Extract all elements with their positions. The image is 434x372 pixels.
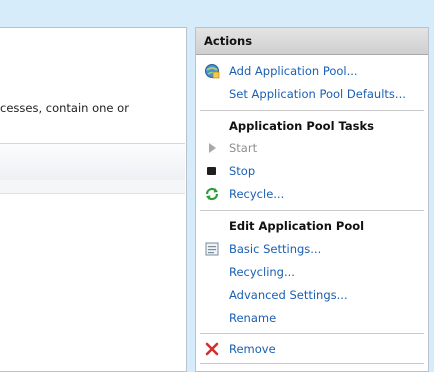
set-pool-defaults-action[interactable]: Set Application Pool Defaults... [196,83,428,105]
rename-link[interactable]: Rename [229,307,276,329]
separator [200,333,424,334]
edit-application-pool-title: Edit Application Pool [229,219,365,233]
basic-settings-link[interactable]: Basic Settings... [229,238,321,260]
advanced-settings-link[interactable]: Advanced Settings... [229,284,348,306]
stop-icon [207,167,216,175]
stop-action[interactable]: Stop [196,160,428,182]
start-icon [209,143,216,153]
recycle-icon [205,187,219,201]
set-pool-defaults-link[interactable]: Set Application Pool Defaults... [229,83,406,105]
start-link: Start [229,141,258,155]
pool-list-group-bar [0,180,185,194]
separator [200,363,424,364]
remove-icon [205,342,219,356]
separator [200,110,424,111]
add-pool-icon [205,64,220,79]
recycle-action[interactable]: Recycle... [196,183,428,205]
remove-action[interactable]: Remove [196,338,428,360]
add-application-pool-action[interactable]: Add Application Pool... [196,60,428,82]
advanced-settings-action[interactable]: Advanced Settings... [196,284,428,306]
edit-application-pool-heading: Edit Application Pool [196,215,428,237]
remove-link[interactable]: Remove [229,338,276,360]
page-description: cesses, contain one or [0,101,129,115]
application-pools-content-pane: cesses, contain one or [0,27,187,372]
application-pool-tasks-title: Application Pool Tasks [229,119,374,133]
start-action: Start [196,137,428,159]
pool-list-header [0,143,185,181]
recycling-link[interactable]: Recycling... [229,261,295,283]
actions-title: Actions [196,28,428,55]
rename-action[interactable]: Rename [196,307,428,329]
actions-pane: Actions Add Application Pool... Set Appl… [195,27,429,372]
add-application-pool-link[interactable]: Add Application Pool... [229,60,358,82]
stop-link[interactable]: Stop [229,160,255,182]
recycling-action[interactable]: Recycling... [196,261,428,283]
application-pool-tasks-heading: Application Pool Tasks [196,115,428,137]
basic-settings-action[interactable]: Basic Settings... [196,238,428,260]
basic-settings-icon [205,242,219,256]
separator [200,210,424,211]
recycle-link[interactable]: Recycle... [229,183,284,205]
